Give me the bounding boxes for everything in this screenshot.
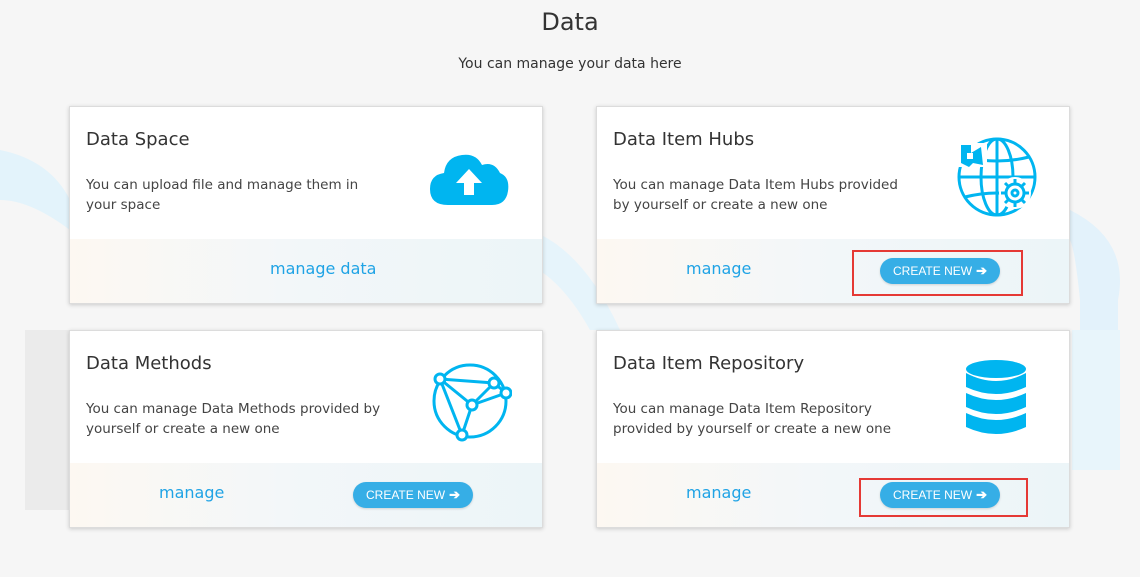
- create-new-method-button[interactable]: CREATE NEW ➔: [353, 482, 473, 508]
- card-footer: manage CREATE NEW ➔: [70, 463, 542, 527]
- cloud-upload-icon: [430, 154, 509, 205]
- database-icon: [966, 360, 1026, 434]
- arrow-right-icon: ➔: [449, 487, 461, 502]
- card-data-methods: Data Methods You can manage Data Methods…: [69, 330, 543, 528]
- network-icon: [432, 363, 512, 442]
- card-description: You can manage Data Methods provided by …: [86, 401, 381, 437]
- card-description: You can manage Data Item Repository prov…: [613, 401, 892, 437]
- card-title: Data Item Hubs: [613, 129, 755, 150]
- card-footer: manage data: [70, 239, 542, 303]
- card-title: Data Methods: [86, 353, 212, 374]
- manage-methods-link[interactable]: manage: [159, 483, 224, 502]
- manage-repository-link[interactable]: manage: [686, 483, 751, 502]
- card-title: Data Space: [86, 129, 190, 150]
- card-description: You can upload file and manage them in y…: [86, 177, 359, 213]
- page-subtitle: You can manage your data here: [458, 56, 682, 72]
- card-data-space: Data Space You can upload file and manag…: [69, 106, 543, 304]
- manage-hubs-link[interactable]: manage: [686, 259, 751, 278]
- globe-gear-icon: [957, 137, 1037, 217]
- highlight-box: [852, 250, 1023, 296]
- button-label: CREATE NEW: [365, 488, 446, 502]
- card-title: Data Item Repository: [613, 353, 805, 374]
- page-title: Data: [541, 8, 599, 36]
- manage-data-link[interactable]: manage data: [270, 259, 376, 278]
- highlight-box: [859, 478, 1028, 517]
- card-description: You can manage Data Item Hubs provided b…: [613, 177, 898, 213]
